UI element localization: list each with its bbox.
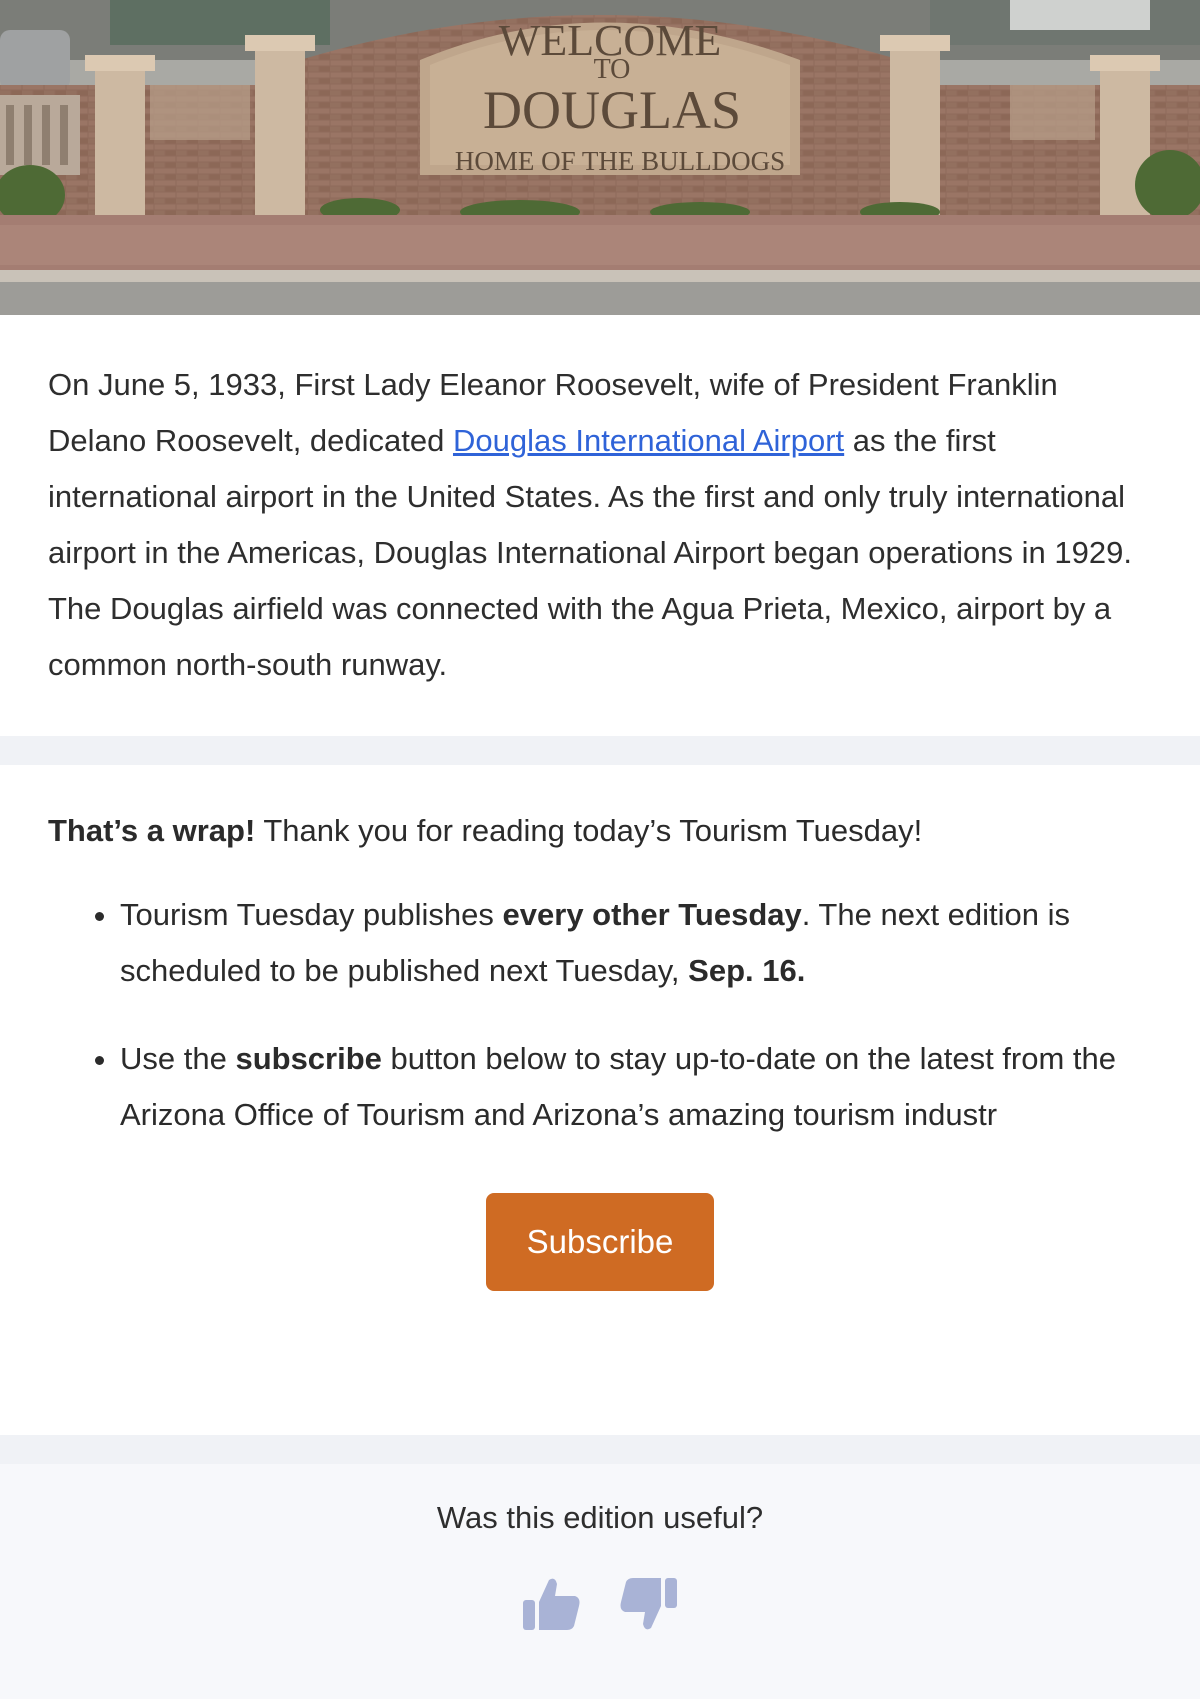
feedback-section: Was this edition useful? [0, 1464, 1200, 1699]
article-section: On June 5, 1933, First Lady Eleanor Roos… [0, 315, 1200, 736]
article-paragraph: On June 5, 1933, First Lady Eleanor Roos… [48, 357, 1152, 693]
feedback-question: Was this edition useful? [436, 1500, 764, 1535]
hero-image: WELCOME TO DOUGLAS HOME OF THE BULLDOGS [0, 0, 1200, 315]
section-divider [0, 1435, 1200, 1464]
wrap-bullet-list: Tourism Tuesday publishes every other Tu… [48, 887, 1152, 1143]
sign-bulldogs-text: HOME OF THE BULLDOGS [455, 146, 785, 176]
bullet2-bold: subscribe [235, 1041, 382, 1076]
thumbs-down-icon[interactable] [617, 1572, 681, 1636]
subscribe-button[interactable]: Subscribe [486, 1193, 714, 1291]
bullet1-bold: every other Tuesday [502, 897, 802, 932]
article-text-end: as the first international airport in th… [48, 423, 1132, 682]
wrap-up-section: That’s a wrap! Thank you for reading tod… [0, 765, 1200, 1435]
wrap-lead-text: Thank you for reading today’s Tourism Tu… [255, 813, 923, 848]
section-divider [0, 736, 1200, 765]
bullet2-text-a: Use the [120, 1041, 236, 1076]
douglas-airport-link[interactable]: Douglas International Airport [453, 423, 844, 458]
thumbs-up-icon[interactable] [519, 1572, 583, 1636]
feedback-buttons [0, 1572, 1200, 1636]
welcome-sign-illustration: WELCOME TO DOUGLAS HOME OF THE BULLDOGS [0, 0, 1200, 315]
list-item: Use the subscribe button below to stay u… [120, 1031, 1152, 1143]
subscribe-row: Subscribe [48, 1193, 1152, 1291]
wrap-lead: That’s a wrap! Thank you for reading tod… [48, 803, 1152, 859]
next-edition-date: Sep. 16. [688, 953, 806, 988]
list-item: Tourism Tuesday publishes every other Tu… [120, 887, 1152, 999]
wrap-lead-bold: That’s a wrap! [48, 813, 256, 848]
sign-douglas-text: DOUGLAS [483, 80, 741, 140]
bullet1-text-a: Tourism Tuesday publishes [120, 897, 503, 932]
